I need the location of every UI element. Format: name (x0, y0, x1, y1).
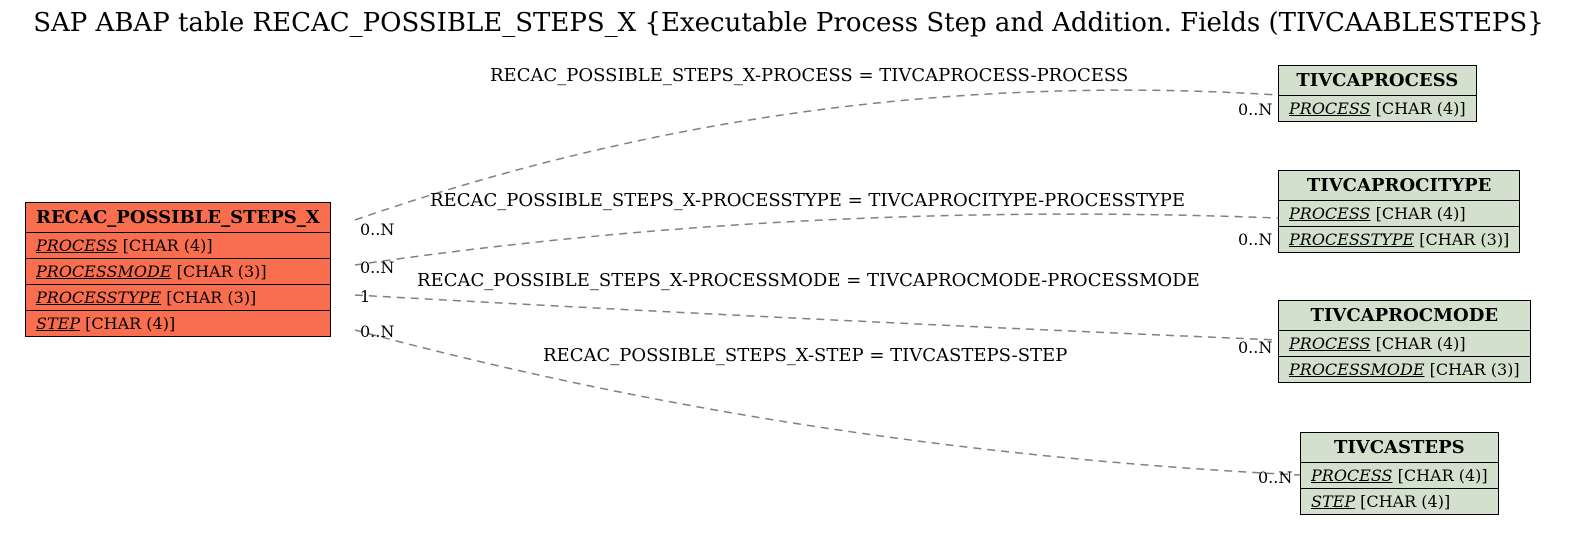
cardinality-left: 0..N (360, 258, 394, 277)
entity-field: PROCESS [CHAR (4)] (1279, 96, 1476, 121)
entity-tivcaprocmode: TIVCAPROCMODE PROCESS [CHAR (4)] PROCESS… (1278, 300, 1531, 383)
entity-field: STEP [CHAR (4)] (26, 311, 330, 336)
cardinality-right: 0..N (1258, 468, 1292, 487)
cardinality-right: 0..N (1238, 230, 1272, 249)
cardinality-left: 1 (360, 287, 370, 306)
entity-main-header: RECAC_POSSIBLE_STEPS_X (26, 203, 330, 233)
entity-field: PROCESSMODE [CHAR (3)] (26, 259, 330, 285)
entity-field: PROCESSMODE [CHAR (3)] (1279, 357, 1530, 382)
entity-field: STEP [CHAR (4)] (1301, 489, 1498, 514)
entity-tivcaprocess: TIVCAPROCESS PROCESS [CHAR (4)] (1278, 65, 1477, 122)
relation-label: RECAC_POSSIBLE_STEPS_X-PROCESSTYPE = TIV… (430, 190, 1185, 211)
entity-main: RECAC_POSSIBLE_STEPS_X PROCESS [CHAR (4)… (25, 202, 331, 337)
cardinality-left: 0..N (360, 220, 394, 239)
entity-field: PROCESS [CHAR (4)] (26, 233, 330, 259)
cardinality-left: 0..N (360, 322, 394, 341)
page-title: SAP ABAP table RECAC_POSSIBLE_STEPS_X {E… (0, 8, 1577, 38)
entity-field: PROCESS [CHAR (4)] (1279, 331, 1530, 357)
cardinality-right: 0..N (1238, 100, 1272, 119)
entity-header: TIVCAPROCESS (1279, 66, 1476, 96)
entity-field: PROCESSTYPE [CHAR (3)] (26, 285, 330, 311)
entity-tivcasteps: TIVCASTEPS PROCESS [CHAR (4)] STEP [CHAR… (1300, 432, 1499, 515)
relation-label: RECAC_POSSIBLE_STEPS_X-PROCESSMODE = TIV… (417, 270, 1200, 291)
relation-label: RECAC_POSSIBLE_STEPS_X-STEP = TIVCASTEPS… (543, 345, 1067, 366)
entity-field: PROCESSTYPE [CHAR (3)] (1279, 227, 1519, 252)
entity-field: PROCESS [CHAR (4)] (1301, 463, 1498, 489)
entity-header: TIVCAPROCITYPE (1279, 171, 1519, 201)
cardinality-right: 0..N (1238, 338, 1272, 357)
entity-header: TIVCAPROCMODE (1279, 301, 1530, 331)
entity-tivcaprocitype: TIVCAPROCITYPE PROCESS [CHAR (4)] PROCES… (1278, 170, 1520, 253)
entity-header: TIVCASTEPS (1301, 433, 1498, 463)
relation-label: RECAC_POSSIBLE_STEPS_X-PROCESS = TIVCAPR… (490, 65, 1128, 86)
entity-field: PROCESS [CHAR (4)] (1279, 201, 1519, 227)
